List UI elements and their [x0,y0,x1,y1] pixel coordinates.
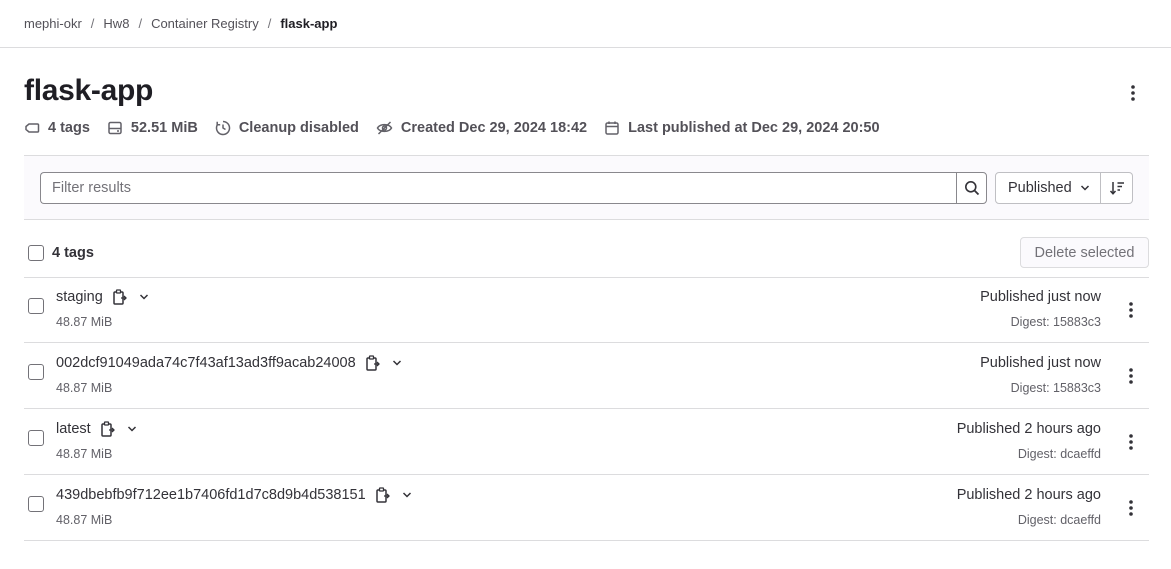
meta-last-published: Last published at Dec 29, 2024 20:50 [604,120,880,136]
meta-created: Created Dec 29, 2024 18:42 [376,120,587,136]
breadcrumb-separator: / [267,16,272,31]
meta-cleanup: Cleanup disabled [215,120,359,136]
copy-tag-button[interactable] [100,421,115,437]
copy-tag-button[interactable] [113,289,127,305]
storage-icon [108,121,122,135]
row-checkbox[interactable] [28,430,44,446]
row-actions-button[interactable] [1121,363,1141,389]
breadcrumb-item-project[interactable]: Hw8 [103,16,129,31]
kebab-icon [1129,368,1133,384]
copy-icon [113,289,127,305]
tag-published: Published just now [980,355,1101,371]
tag-count-label: 4 tags [52,245,94,261]
tag-digest: Digest: 15883c3 [1010,381,1101,395]
sort-dropdown[interactable]: Published [995,172,1101,204]
tag-digest: Digest: dcaeffd [1017,513,1101,527]
table-row: 002dcf91049ada74c7f43af13ad3ff9acab24008… [24,343,1149,409]
sort-direction-button[interactable] [1101,172,1133,204]
row-actions-button[interactable] [1121,429,1141,455]
tag-name: latest [56,421,91,437]
chevron-down-icon [392,360,401,366]
table-row: staging 48.87 MiB Published just now Dig… [24,277,1149,343]
sort-dropdown-label: Published [1008,180,1072,196]
kebab-icon [1129,500,1133,516]
tag-size: 48.87 MiB [56,315,113,329]
kebab-icon [1129,302,1133,318]
meta-created-label: Created Dec 29, 2024 18:42 [400,120,588,136]
copy-icon [365,355,380,371]
chevron-down-icon [127,426,136,432]
expand-row-button[interactable] [127,424,137,434]
tag-name: staging [56,289,103,305]
breadcrumb-item-registry[interactable]: Container Registry [151,16,259,31]
row-actions-button[interactable] [1121,495,1141,521]
kebab-icon [1129,434,1133,450]
table-row: latest 48.87 MiB Published 2 hours ago D… [24,409,1149,475]
chevron-down-icon [402,492,411,498]
breadcrumb: mephi-okr / Hw8 / Container Registry / f… [0,0,1171,48]
eye-slash-icon [376,121,393,135]
image-metadata: 4 tags 52.51 MiB Cleanup disabled Create… [24,120,897,136]
tag-digest: Digest: 15883c3 [1010,315,1101,329]
copy-icon [375,487,390,503]
list-header: 4 tags Delete selected [24,237,1149,278]
search-button[interactable] [956,172,987,204]
kebab-icon [1131,85,1135,101]
breadcrumb-item-group[interactable]: mephi-okr [24,16,82,31]
filter-bar: Published [24,155,1149,220]
tag-published: Published just now [980,289,1101,305]
meta-tags: 4 tags [24,120,90,136]
tag-size: 48.87 MiB [56,447,113,461]
tag-icon [25,123,40,133]
breadcrumb-separator: / [138,16,143,31]
breadcrumb-separator: / [90,16,95,31]
tag-name: 439dbebfb9f712ee1b7406fd1d7c8d9b4d538151 [56,487,366,503]
meta-size: 52.51 MiB [107,120,198,136]
copy-tag-button[interactable] [375,487,390,503]
tag-digest: Digest: dcaeffd [1017,447,1101,461]
select-all-checkbox[interactable] [28,245,44,261]
copy-icon [100,421,115,437]
filter-input[interactable] [40,172,956,204]
expand-row-button[interactable] [139,292,149,302]
expand-row-button[interactable] [402,490,412,500]
page-title: flask-app [24,74,154,107]
tag-published: Published 2 hours ago [956,487,1101,503]
meta-size-label: 52.51 MiB [130,120,198,136]
row-checkbox[interactable] [28,364,44,380]
row-checkbox[interactable] [28,298,44,314]
clock-icon [215,120,231,136]
table-row: 439dbebfb9f712ee1b7406fd1d7c8d9b4d538151… [24,475,1149,541]
chevron-down-icon [139,294,148,300]
row-checkbox[interactable] [28,496,44,512]
copy-tag-button[interactable] [365,355,380,371]
meta-cleanup-label: Cleanup disabled [238,120,359,136]
row-actions-button[interactable] [1121,297,1141,323]
more-actions-button[interactable] [1118,80,1148,106]
search-icon [964,181,979,196]
tag-size: 48.87 MiB [56,513,113,527]
tag-name: 002dcf91049ada74c7f43af13ad3ff9acab24008 [56,355,356,371]
meta-last-published-label: Last published at Dec 29, 2024 20:50 [628,120,880,136]
sort-icon [1109,182,1124,195]
expand-row-button[interactable] [392,358,402,368]
delete-selected-button[interactable]: Delete selected [1020,237,1149,268]
calendar-icon [605,121,619,135]
chevron-down-icon [1080,185,1089,191]
breadcrumb-item-current[interactable]: flask-app [280,16,337,31]
tag-size: 48.87 MiB [56,381,113,395]
meta-tags-label: 4 tags [48,120,90,136]
tag-published: Published 2 hours ago [956,421,1101,437]
